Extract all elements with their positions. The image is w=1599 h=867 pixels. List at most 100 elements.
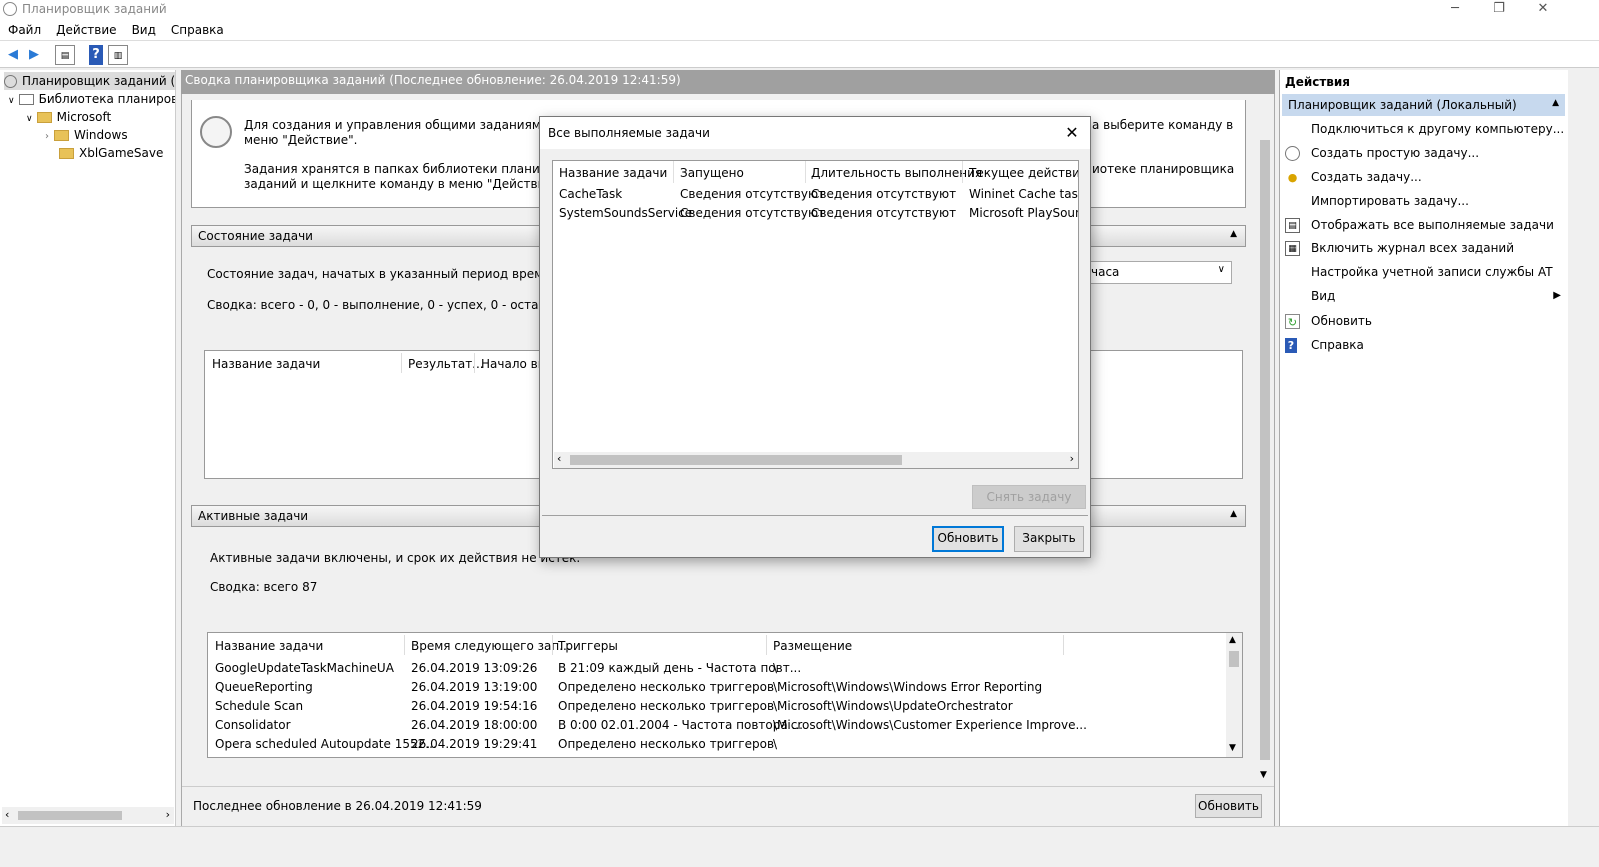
column-header[interactable]: Время следующего зап... bbox=[411, 639, 571, 653]
maximize-button[interactable]: ❐ bbox=[1476, 0, 1522, 20]
forward-arrow-icon[interactable]: ▶ bbox=[24, 45, 44, 65]
dialog-refresh-button[interactable]: Обновить bbox=[932, 526, 1004, 552]
chevron-down-icon: ∨ bbox=[1217, 264, 1225, 275]
column-header[interactable]: Запущено bbox=[680, 166, 744, 180]
column-header[interactable]: Текущее действие bbox=[969, 166, 1078, 180]
table-row[interactable]: GoogleUpdateTaskMachineUA 26.04.2019 13:… bbox=[208, 660, 1224, 679]
table-row[interactable]: Opera scheduled Autoupdate 1552... 26.04… bbox=[208, 736, 1224, 755]
column-header[interactable]: Размещение bbox=[773, 639, 852, 653]
table-vertical-scrollbar[interactable]: ▲ ▼ bbox=[1226, 633, 1242, 757]
toolbar: ◀ ▶ ▤ ? ▥ bbox=[0, 41, 1599, 68]
clock-icon bbox=[4, 75, 17, 88]
running-tasks-list: Название задачи Запущено Длительность вы… bbox=[552, 160, 1079, 469]
scroll-thumb[interactable] bbox=[18, 811, 122, 820]
action-show-running[interactable]: ▤ Отображать все выполняемые задачи bbox=[1280, 214, 1569, 236]
back-arrow-icon[interactable]: ◀ bbox=[3, 45, 23, 65]
help-icon[interactable]: ? bbox=[89, 45, 103, 65]
menu-bar: Файл Действие Вид Справка bbox=[0, 20, 1599, 41]
intro-text: заданий и щелкните команду в меню "Дейст… bbox=[244, 177, 563, 191]
action-view[interactable]: Вид ▶ bbox=[1280, 285, 1569, 307]
collapse-icon[interactable]: ▲ bbox=[1552, 98, 1559, 108]
tree-item-microsoft[interactable]: ∨ Microsoft bbox=[26, 108, 111, 126]
tree-horizontal-scrollbar[interactable]: ‹ › bbox=[2, 807, 174, 824]
dialog-title: Все выполняемые задачи bbox=[540, 117, 1090, 149]
end-task-button[interactable]: Снять задачу bbox=[972, 485, 1086, 509]
action-at-account[interactable]: Настройка учетной записи службы AT bbox=[1280, 261, 1569, 283]
scroll-down-icon[interactable]: ▼ bbox=[1260, 770, 1267, 780]
library-icon bbox=[18, 94, 34, 105]
menu-action[interactable]: Действие bbox=[48, 20, 123, 37]
table-row[interactable]: SystemSoundsService Сведения отсутствуют… bbox=[553, 204, 1078, 223]
collapse-icon[interactable]: ▲ bbox=[1230, 229, 1237, 239]
log-icon: ▦ bbox=[1285, 241, 1300, 256]
column-header[interactable]: Результат... bbox=[408, 357, 484, 371]
actions-title: Действия bbox=[1285, 75, 1351, 89]
scroll-left-icon[interactable]: ‹ bbox=[5, 808, 9, 821]
column-header[interactable]: Начало вы bbox=[481, 357, 547, 371]
column-header[interactable]: Триггеры bbox=[558, 639, 618, 653]
console-tree: Планировщик заданий (Локальный) ∨Библиот… bbox=[0, 70, 176, 826]
scroll-thumb[interactable] bbox=[570, 455, 902, 465]
action-help[interactable]: ? Справка bbox=[1280, 334, 1569, 356]
scheduler-app-icon bbox=[3, 2, 17, 16]
tree-item-library[interactable]: ∨Библиотека планировщика заданий bbox=[8, 90, 175, 108]
tree-item-windows[interactable]: › Windows bbox=[45, 126, 128, 144]
table-row[interactable]: CacheTask Сведения отсутствуют Сведения … bbox=[553, 185, 1078, 204]
scroll-right-icon[interactable]: › bbox=[1070, 452, 1074, 465]
scroll-left-icon[interactable]: ‹ bbox=[557, 452, 561, 465]
window-title: Планировщик заданий bbox=[22, 2, 167, 16]
action-create-basic-task[interactable]: Создать простую задачу... bbox=[1280, 142, 1569, 164]
close-icon[interactable]: ✕ bbox=[1062, 123, 1082, 143]
actions-group-header[interactable]: Планировщик заданий (Локальный) ▲ bbox=[1282, 94, 1565, 116]
running-tasks-dialog: Все выполняемые задачи ✕ Название задачи… bbox=[539, 116, 1091, 558]
summary-vertical-scrollbar[interactable]: ▼ bbox=[1257, 100, 1273, 786]
submenu-arrow-icon: ▶ bbox=[1553, 290, 1561, 301]
action-enable-history[interactable]: ▦ Включить журнал всех заданий bbox=[1280, 237, 1569, 259]
action-import-task[interactable]: Импортировать задачу... bbox=[1280, 190, 1569, 212]
status-bar bbox=[0, 826, 1599, 867]
action-pane-icon[interactable]: ▥ bbox=[108, 45, 128, 65]
folder-icon bbox=[59, 148, 74, 159]
scroll-right-icon[interactable]: › bbox=[166, 808, 170, 821]
console-tree-icon[interactable]: ▤ bbox=[55, 45, 75, 65]
chevron-down-icon: ∨ bbox=[26, 114, 33, 124]
refresh-button[interactable]: Обновить bbox=[1195, 794, 1262, 818]
tree-item-xblgamesave[interactable]: XblGameSave bbox=[59, 144, 163, 162]
column-header[interactable]: Название задачи bbox=[215, 639, 323, 653]
help-icon: ? bbox=[1285, 338, 1297, 353]
dialog-close-button[interactable]: Закрыть bbox=[1014, 526, 1084, 552]
intro-text: а выберите команду в bbox=[1092, 118, 1234, 132]
table-row[interactable]: QueueReporting 26.04.2019 13:19:00 Опред… bbox=[208, 679, 1224, 698]
table-row[interactable]: Schedule Scan 26.04.2019 19:54:16 Опреде… bbox=[208, 698, 1224, 717]
minimize-button[interactable]: ─ bbox=[1432, 0, 1478, 20]
period-select[interactable]: часа ∨ bbox=[1082, 261, 1232, 284]
scroll-down-icon[interactable]: ▼ bbox=[1229, 743, 1236, 753]
collapse-icon[interactable]: ▲ bbox=[1230, 509, 1237, 519]
scroll-thumb[interactable] bbox=[1260, 140, 1270, 760]
last-update-text: Последнее обновление в 26.04.2019 12:41:… bbox=[193, 799, 482, 813]
table-row[interactable]: Consolidator 26.04.2019 18:00:00 В 0:00 … bbox=[208, 717, 1224, 736]
menu-view[interactable]: Вид bbox=[124, 20, 163, 37]
menu-help[interactable]: Справка bbox=[163, 20, 231, 37]
action-create-task[interactable]: ● Создать задачу... bbox=[1280, 166, 1569, 188]
folder-icon bbox=[36, 112, 52, 123]
action-refresh[interactable]: ↻ Обновить bbox=[1280, 310, 1569, 332]
menu-file[interactable]: Файл bbox=[0, 20, 48, 37]
period-label: Состояние задач, начатых в указанный пер… bbox=[207, 267, 571, 281]
intro-text: иотеке планировщика bbox=[1092, 162, 1235, 176]
active-summary: Сводка: всего 87 bbox=[210, 580, 318, 594]
summary-footer: Последнее обновление в 26.04.2019 12:41:… bbox=[182, 786, 1274, 826]
chevron-right-icon: › bbox=[45, 131, 49, 142]
list-horizontal-scrollbar[interactable]: ‹ › bbox=[554, 452, 1078, 468]
scroll-up-icon[interactable]: ▲ bbox=[1229, 635, 1236, 645]
column-header[interactable]: Название задачи bbox=[559, 166, 667, 180]
close-window-button[interactable]: ✕ bbox=[1520, 0, 1566, 20]
tree-item-root[interactable]: Планировщик заданий (Локальный) bbox=[4, 72, 175, 90]
column-header[interactable]: Название задачи bbox=[212, 357, 320, 371]
column-header[interactable]: Длительность выполнения bbox=[811, 166, 982, 180]
scroll-thumb[interactable] bbox=[1229, 651, 1239, 667]
action-connect[interactable]: Подключиться к другому компьютеру... bbox=[1280, 118, 1569, 140]
chevron-down-icon: ∨ bbox=[8, 96, 15, 106]
section-title: Активные задачи bbox=[198, 509, 309, 523]
clock-icon bbox=[200, 116, 232, 148]
